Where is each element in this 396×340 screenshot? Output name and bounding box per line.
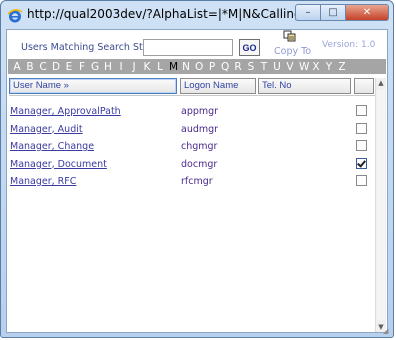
minimize-button[interactable]: –	[295, 4, 321, 21]
alpha-letter-f[interactable]: F	[78, 61, 86, 73]
alpha-letter-n[interactable]: N	[182, 61, 190, 73]
alpha-letter-g[interactable]: G	[91, 61, 99, 73]
copy-to-button[interactable]: Copy To	[274, 46, 311, 57]
logon-name: rfcmgr	[181, 176, 213, 187]
alpha-letter-d[interactable]: D	[52, 61, 60, 73]
alpha-letter-j[interactable]: J	[130, 61, 138, 73]
alpha-letter-v[interactable]: V	[286, 61, 294, 73]
table-row: Manager, Change chgmgr	[10, 139, 375, 157]
alphabet-bar: ABCDEFGHIJKLMNOPQRSTUVWXYZ	[8, 59, 386, 74]
minimize-icon: –	[305, 7, 311, 18]
alpha-letter-c[interactable]: C	[39, 61, 47, 73]
select-header[interactable]	[354, 78, 374, 94]
alpha-letter-i[interactable]: I	[117, 61, 125, 73]
logon-name-header[interactable]: Logon Name	[180, 78, 256, 94]
alpha-letter-a[interactable]: A	[13, 61, 21, 73]
column-headers: User Name » Logon Name Tel. No	[9, 78, 385, 95]
alpha-letter-x[interactable]: X	[312, 61, 320, 73]
user-name-link[interactable]: Manager, Audit	[10, 124, 83, 135]
search-row: Users Matching Search String GO Copy To …	[21, 30, 381, 59]
user-name-link[interactable]: Manager, Change	[10, 141, 94, 152]
maximize-icon: □	[328, 7, 338, 18]
alpha-letter-t[interactable]: T	[260, 61, 268, 73]
alpha-letter-l[interactable]: L	[156, 61, 164, 73]
user-list: Manager, ApprovalPath appmgr Manager, Au…	[10, 104, 375, 192]
alpha-letter-z[interactable]: Z	[338, 61, 346, 73]
user-name-link[interactable]: Manager, RFC	[10, 176, 76, 187]
alpha-letter-u[interactable]: U	[273, 61, 281, 73]
vertical-scrollbar[interactable]: ▲ ▼	[375, 78, 386, 332]
logon-name: appmgr	[181, 106, 219, 117]
scroll-up-icon[interactable]: ▲	[376, 78, 386, 88]
alpha-letter-p[interactable]: P	[208, 61, 216, 73]
go-button[interactable]: GO	[239, 39, 260, 56]
user-name-link[interactable]: Manager, Document	[10, 159, 107, 170]
close-button[interactable]: ✕	[346, 4, 389, 21]
version-label: Version: 1.0	[322, 40, 376, 50]
row-checkbox[interactable]	[356, 175, 367, 186]
table-row: Manager, Audit audmgr	[10, 122, 375, 140]
header-divider	[9, 95, 376, 96]
window-controls: – □ ✕	[295, 4, 389, 21]
tel-no-header[interactable]: Tel. No	[258, 78, 351, 94]
alpha-letter-o[interactable]: O	[195, 61, 203, 73]
alpha-letter-m[interactable]: M	[169, 61, 178, 73]
logon-name: audmgr	[181, 123, 219, 135]
window-title: http://qual2003dev/?AlphaList=|*M|N&Call…	[27, 7, 299, 21]
table-row: Manager, Document docmgr	[10, 157, 375, 175]
close-icon: ✕	[362, 7, 372, 18]
search-label: Users Matching Search String	[21, 42, 162, 53]
scroll-track[interactable]	[377, 90, 385, 320]
logon-name: chgmgr	[181, 141, 218, 152]
alpha-letter-q[interactable]: Q	[221, 61, 229, 73]
user-name-link[interactable]: Manager, ApprovalPath	[10, 106, 121, 117]
table-row: Manager, ApprovalPath appmgr	[10, 104, 375, 122]
copy-icon[interactable]	[283, 30, 297, 42]
row-checkbox[interactable]	[356, 157, 367, 169]
alpha-letter-s[interactable]: S	[247, 61, 255, 73]
table-row: Manager, RFC rfcmgr	[10, 174, 375, 192]
search-input[interactable]	[143, 39, 233, 56]
alpha-letter-y[interactable]: Y	[325, 61, 333, 73]
alpha-letter-r[interactable]: R	[234, 61, 242, 73]
row-checkbox[interactable]	[356, 105, 367, 116]
page-content: Users Matching Search String GO Copy To …	[6, 29, 388, 333]
alpha-letter-e[interactable]: E	[65, 61, 73, 73]
user-name-header[interactable]: User Name »	[9, 78, 177, 94]
ie-icon	[7, 9, 23, 23]
title-bar[interactable]: http://qual2003dev/?AlphaList=|*M|N&Call…	[1, 1, 393, 29]
alpha-letter-h[interactable]: H	[104, 61, 112, 73]
maximize-button[interactable]: □	[321, 4, 346, 21]
row-checkbox[interactable]	[356, 122, 367, 134]
resize-grip-icon[interactable]: ◢	[383, 327, 391, 335]
alpha-letter-b[interactable]: B	[26, 61, 34, 73]
popup-window: http://qual2003dev/?AlphaList=|*M|N&Call…	[0, 0, 394, 338]
alpha-letter-k[interactable]: K	[143, 61, 151, 73]
logon-name: docmgr	[181, 158, 218, 170]
alpha-letter-w[interactable]: W	[299, 61, 309, 73]
row-checkbox[interactable]	[356, 140, 367, 151]
